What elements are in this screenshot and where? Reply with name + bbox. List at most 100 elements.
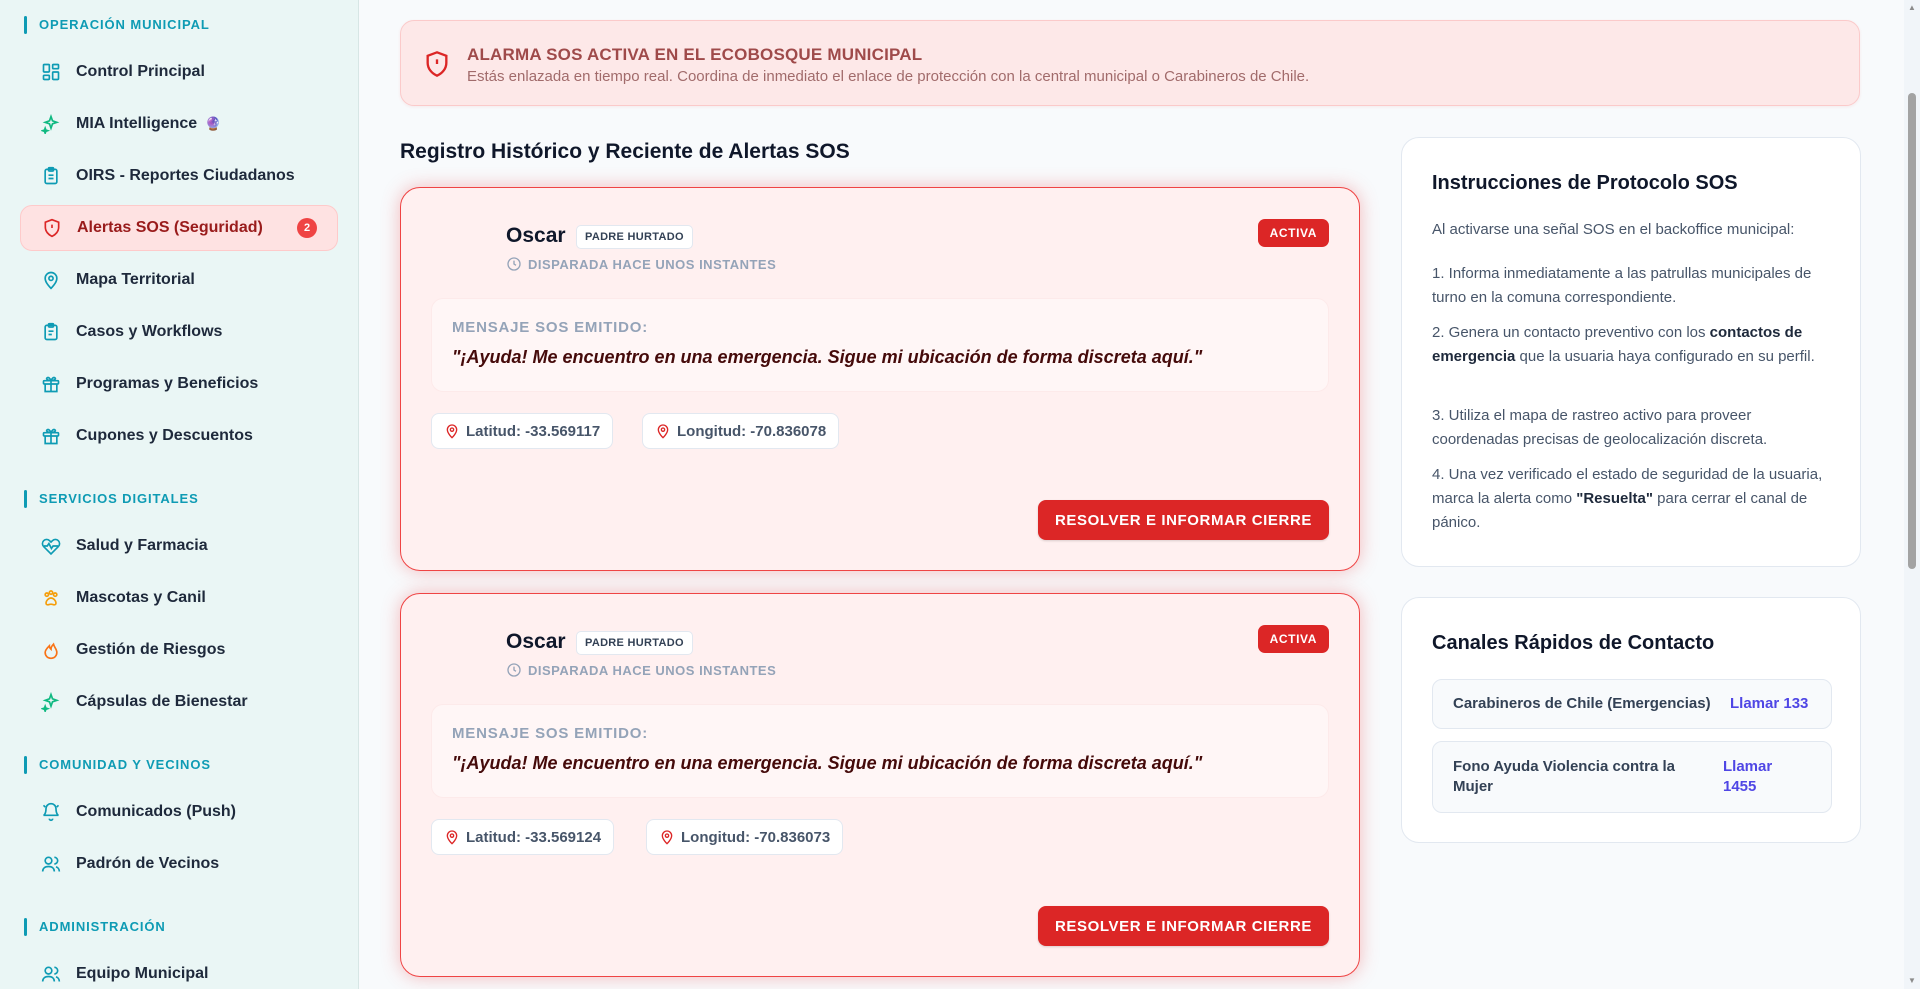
sos-message-box: MENSAJE SOS EMITIDO: "¡Ayuda! Me encuent…: [431, 704, 1329, 798]
longitude-value: Longitud: -70.836078: [677, 422, 827, 440]
alert-user-name: Oscar: [506, 224, 566, 247]
banner-title: ALARMA SOS ACTIVA EN EL ECOBOSQUE MUNICI…: [467, 45, 923, 64]
sidebar-item-label: MIA Intelligence: [76, 115, 198, 132]
sidebar-item-comunicados-push[interactable]: Comunicados (Push): [20, 789, 338, 835]
sidebar-item-salud-farmacia[interactable]: Salud y Farmacia: [20, 523, 338, 569]
sidebar: OPERACIÓN MUNICIPAL Control Principal MI…: [0, 0, 359, 989]
protocol-panel: Instrucciones de Protocolo SOS Al activa…: [1401, 137, 1861, 567]
sos-alert-banner: ALARMA SOS ACTIVA EN EL ECOBOSQUE MUNICI…: [400, 20, 1860, 106]
sidebar-item-padron-vecinos[interactable]: Padrón de Vecinos: [20, 841, 338, 887]
status-badge: ACTIVA: [1257, 219, 1329, 247]
scroll-up-arrow-icon[interactable]: ▲: [1908, 4, 1916, 12]
longitude-value: Longitud: -70.836073: [681, 828, 831, 846]
contact-item-carabineros: Carabineros de Chile (Emergencias) Llama…: [1432, 679, 1832, 729]
sidebar-item-gestion-riesgos[interactable]: Gestión de Riesgos: [20, 627, 338, 673]
banner-subtitle: Estás enlazada en tiempo real. Coordina …: [467, 68, 1310, 85]
resolve-alert-button[interactable]: RESOLVER E INFORMAR CIERRE: [1038, 500, 1329, 540]
protocol-step-4-emphasis: "Resuelta": [1576, 490, 1653, 507]
resolve-alert-button[interactable]: RESOLVER E INFORMAR CIERRE: [1038, 906, 1329, 946]
page-scrollbar[interactable]: ▲ ▼: [1904, 0, 1920, 989]
comuna-tag: PADRE HURTADO: [576, 225, 693, 249]
sos-alert-card: Oscar PADRE HURTADO DISPARADA HACE UNOS …: [400, 593, 1360, 977]
latitude-chip: Latitud: -33.569124: [431, 819, 615, 855]
sidebar-item-label: Mascotas y Canil: [76, 589, 206, 606]
protocol-step-3: 3. Utiliza el mapa de rastreo activo par…: [1432, 407, 1768, 448]
message-label: MENSAJE SOS EMITIDO:: [452, 725, 649, 742]
protocol-step-2: 2. Genera un contacto preventivo con los…: [1432, 321, 1832, 369]
gift-icon: [40, 425, 62, 447]
sidebar-item-label: Alertas SOS (Seguridad): [77, 219, 263, 236]
clipboard-list-icon: [40, 321, 62, 343]
sidebar-item-mia-intelligence[interactable]: MIA Intelligence 🔮: [20, 101, 338, 147]
section-title-operacion: OPERACIÓN MUNICIPAL: [24, 16, 210, 34]
shield-alert-icon: [41, 217, 63, 239]
sidebar-item-label: Gestión de Riesgos: [76, 641, 226, 658]
sidebar-item-programas-beneficios[interactable]: Programas y Beneficios: [20, 361, 338, 407]
heart-pulse-icon: [40, 535, 62, 557]
message-label: MENSAJE SOS EMITIDO:: [452, 319, 649, 336]
clipboard-icon: [40, 165, 62, 187]
flame-icon: [40, 639, 62, 661]
sidebar-item-label: Comunicados (Push): [76, 803, 237, 820]
sidebar-item-mapa-territorial[interactable]: Mapa Territorial: [20, 257, 338, 303]
call-1455-link[interactable]: Llamar 1455: [1723, 757, 1793, 797]
crystal-ball-icon: 🔮: [205, 116, 222, 131]
section-title-servicios: SERVICIOS DIGITALES: [24, 490, 199, 508]
message-text: "¡Ayuda! Me encuentro en una emergencia.…: [452, 347, 1203, 367]
map-pin-icon: [657, 424, 669, 439]
sidebar-item-oirs[interactable]: OIRS - Reportes Ciudadanos: [20, 153, 338, 199]
scrollbar-thumb[interactable]: [1908, 93, 1916, 569]
paw-icon: [40, 587, 62, 609]
latitude-chip: Latitud: -33.569117: [431, 413, 614, 449]
section-title-administracion: ADMINISTRACIÓN: [24, 918, 166, 936]
section-title-comunidad: COMUNIDAD Y VECINOS: [24, 756, 211, 774]
sidebar-item-equipo-municipal[interactable]: Equipo Municipal: [20, 951, 338, 989]
protocol-intro: Al activarse una señal SOS en el backoff…: [1432, 221, 1795, 238]
sidebar-item-label: Cupones y Descuentos: [76, 427, 253, 444]
users-icon: [40, 963, 62, 985]
alert-time-label: DISPARADA HACE UNOS INSTANTES: [528, 256, 777, 272]
alert-time: DISPARADA HACE UNOS INSTANTES: [506, 662, 776, 678]
sidebar-item-casos-workflows[interactable]: Casos y Workflows: [20, 309, 338, 355]
sidebar-item-alertas-sos[interactable]: Alertas SOS (Seguridad) 2: [20, 205, 338, 251]
status-badge: ACTIVA: [1257, 625, 1329, 653]
shield-alert-icon: [426, 51, 448, 77]
dashboard-icon: [40, 61, 62, 83]
bell-icon: [40, 801, 62, 823]
contacts-title: Canales Rápidos de Contacto: [1432, 632, 1715, 654]
contact-name: Carabineros de Chile (Emergencias): [1453, 695, 1711, 712]
sidebar-item-capsulas-bienestar[interactable]: Cápsulas de Bienestar: [20, 679, 338, 725]
alert-time-label: DISPARADA HACE UNOS INSTANTES: [528, 662, 777, 678]
alert-user-name: Oscar: [506, 630, 566, 653]
sidebar-item-label: Mapa Territorial: [76, 271, 195, 288]
protocol-step-4: 4. Una vez verificado el estado de segur…: [1432, 463, 1832, 535]
latitude-value: Latitud: -33.569117: [466, 422, 601, 440]
comuna-tag: PADRE HURTADO: [576, 631, 693, 655]
protocol-step-1: 1. Informa inmediatamente a las patrulla…: [1432, 265, 1812, 306]
sidebar-item-label: Cápsulas de Bienestar: [76, 693, 248, 710]
users-icon: [40, 853, 62, 875]
protocol-step-2-text-end: que la usuaria haya configurado en su pe…: [1515, 348, 1815, 365]
notification-badge: 2: [297, 218, 317, 238]
alert-time: DISPARADA HACE UNOS INSTANTES: [506, 256, 776, 272]
contacts-panel: Canales Rápidos de Contacto Carabineros …: [1401, 597, 1861, 843]
map-pin-icon: [661, 830, 673, 845]
sidebar-item-label: Salud y Farmacia: [76, 537, 208, 554]
call-133-link[interactable]: Llamar 133: [1730, 694, 1808, 714]
longitude-chip: Longitud: -70.836078: [642, 413, 840, 449]
protocol-step-2-text: 2. Genera un contacto preventivo con los: [1432, 324, 1710, 341]
longitude-chip: Longitud: -70.836073: [646, 819, 844, 855]
latitude-value: Latitud: -33.569124: [466, 828, 602, 846]
map-pin-icon: [446, 424, 458, 439]
sidebar-item-cupones-descuentos[interactable]: Cupones y Descuentos: [20, 413, 338, 459]
sidebar-item-label: Casos y Workflows: [76, 323, 223, 340]
sidebar-item-mascotas-canil[interactable]: Mascotas y Canil: [20, 575, 338, 621]
contact-item-violencia-mujer: Fono Ayuda Violencia contra la Mujer Lla…: [1432, 741, 1832, 813]
scroll-down-arrow-icon[interactable]: ▼: [1908, 977, 1916, 985]
sidebar-item-control-principal[interactable]: Control Principal: [20, 49, 338, 95]
clock-icon: [507, 663, 521, 677]
sidebar-item-label: Control Principal: [76, 63, 205, 80]
sidebar-item-label: Programas y Beneficios: [76, 375, 259, 392]
sidebar-item-label: Equipo Municipal: [76, 965, 209, 982]
sos-alert-card: Oscar PADRE HURTADO DISPARADA HACE UNOS …: [400, 187, 1360, 571]
